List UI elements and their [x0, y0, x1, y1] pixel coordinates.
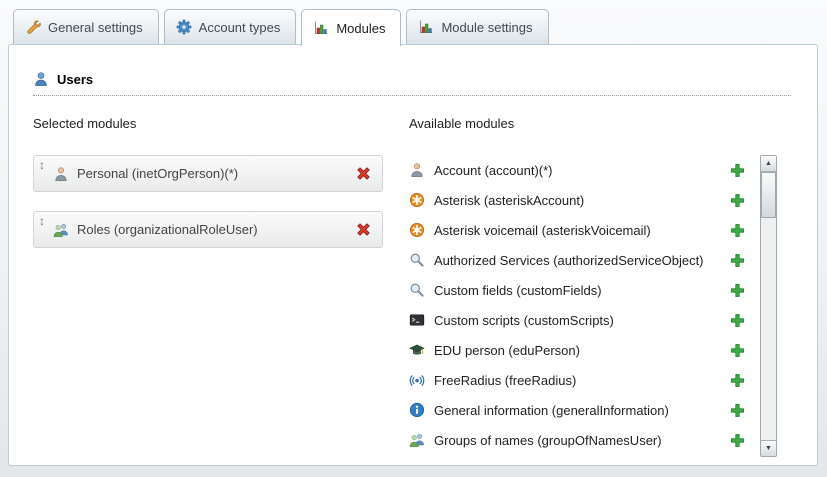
- add-module-button[interactable]: [730, 163, 745, 178]
- selected-module-roles[interactable]: ↕ Roles (organizationalRoleUser): [33, 211, 383, 248]
- available-module-freeradius: FreeRadius (freeRadius): [409, 365, 745, 395]
- scrollbar-thumb[interactable]: [761, 172, 776, 218]
- user-icon: [33, 71, 49, 87]
- add-module-button[interactable]: [730, 223, 745, 238]
- module-label: Account (account)(*): [434, 163, 553, 178]
- lam-configuration-page: General settings Account types Modules M…: [0, 0, 827, 477]
- available-modules-column: Available modules Account (account)(*) A…: [409, 116, 793, 455]
- tab-label: Module settings: [441, 20, 532, 35]
- available-module-custom-scripts: Custom scripts (customScripts): [409, 305, 745, 335]
- module-label: Personal (inetOrgPerson)(*): [77, 166, 238, 181]
- module-label: General information (generalInformation): [434, 403, 669, 418]
- scroll-down-icon: ▼: [765, 445, 772, 452]
- group-icon: [409, 432, 425, 448]
- module-label: Asterisk voicemail (asteriskVoicemail): [434, 223, 651, 238]
- module-label: Custom fields (customFields): [434, 283, 602, 298]
- group-icon: [53, 222, 69, 238]
- remove-module-button[interactable]: [355, 221, 372, 238]
- tab-label: Modules: [336, 21, 385, 36]
- selected-module-personal[interactable]: ↕ Personal (inetOrgPerson)(*): [33, 155, 383, 192]
- module-columns: Selected modules ↕ Personal (inetOrgPers…: [33, 116, 793, 455]
- tools-icon: [25, 19, 41, 35]
- asterisk-icon: [409, 192, 425, 208]
- module-label: Asterisk (asteriskAccount): [434, 193, 584, 208]
- magnifier-icon: [409, 252, 425, 268]
- tab-account-types[interactable]: Account types: [164, 9, 297, 44]
- module-label: FreeRadius (freeRadius): [434, 373, 576, 388]
- graduation-icon: [409, 342, 425, 358]
- available-modules-heading: Available modules: [409, 116, 745, 131]
- selected-modules-column: Selected modules ↕ Personal (inetOrgPers…: [33, 116, 383, 455]
- module-label: Authorized Services (authorizedServiceOb…: [434, 253, 704, 268]
- available-module-custom-fields: Custom fields (customFields): [409, 275, 745, 305]
- add-module-button[interactable]: [730, 343, 745, 358]
- person-icon: [409, 162, 425, 178]
- badge-icon: [176, 19, 192, 35]
- available-modules-scrollbar[interactable]: ▲ ▼: [760, 155, 777, 457]
- add-module-button[interactable]: [730, 403, 745, 418]
- tab-module-settings[interactable]: Module settings: [406, 9, 548, 44]
- available-module-general-information: General information (generalInformation): [409, 395, 745, 425]
- person-icon: [53, 166, 69, 182]
- tab-modules[interactable]: Modules: [301, 9, 401, 46]
- chart-icon: [313, 20, 329, 36]
- module-label: Groups of names (groupOfNamesUser): [434, 433, 662, 448]
- scroll-up-icon: ▲: [765, 160, 772, 167]
- remove-module-button[interactable]: [355, 165, 372, 182]
- users-section-header: Users: [33, 71, 791, 96]
- chart-icon: [418, 19, 434, 35]
- tab-bar: General settings Account types Modules M…: [13, 9, 549, 46]
- terminal-icon: [409, 312, 425, 328]
- available-module-authorized-services: Authorized Services (authorizedServiceOb…: [409, 245, 745, 275]
- scroll-down-button[interactable]: ▼: [761, 440, 776, 456]
- scrollbar-track[interactable]: [761, 172, 776, 440]
- add-module-button[interactable]: [730, 253, 745, 268]
- signal-icon: [409, 372, 425, 388]
- tab-label: Account types: [199, 20, 281, 35]
- available-module-account: Account (account)(*): [409, 155, 745, 185]
- magnifier-icon: [409, 282, 425, 298]
- add-module-button[interactable]: [730, 433, 745, 448]
- module-label: Roles (organizationalRoleUser): [77, 222, 258, 237]
- tab-label: General settings: [48, 20, 143, 35]
- add-module-button[interactable]: [730, 313, 745, 328]
- available-module-edu-person: EDU person (eduPerson): [409, 335, 745, 365]
- available-module-asterisk: Asterisk (asteriskAccount): [409, 185, 745, 215]
- selected-modules-heading: Selected modules: [33, 116, 383, 131]
- drag-handle-icon[interactable]: ↕: [39, 214, 45, 228]
- module-label: Custom scripts (customScripts): [434, 313, 614, 328]
- module-label: EDU person (eduPerson): [434, 343, 580, 358]
- drag-handle-icon[interactable]: ↕: [39, 158, 45, 172]
- info-icon: [409, 402, 425, 418]
- add-module-button[interactable]: [730, 283, 745, 298]
- available-module-asterisk-voicemail: Asterisk voicemail (asteriskVoicemail): [409, 215, 745, 245]
- tab-general-settings[interactable]: General settings: [13, 9, 159, 44]
- asterisk-icon: [409, 222, 425, 238]
- section-title: Users: [57, 72, 93, 87]
- add-module-button[interactable]: [730, 193, 745, 208]
- available-module-groups-of-names: Groups of names (groupOfNamesUser): [409, 425, 745, 455]
- scroll-up-button[interactable]: ▲: [761, 156, 776, 172]
- modules-panel: Users Selected modules ↕ Personal (inetO…: [8, 44, 818, 466]
- add-module-button[interactable]: [730, 373, 745, 388]
